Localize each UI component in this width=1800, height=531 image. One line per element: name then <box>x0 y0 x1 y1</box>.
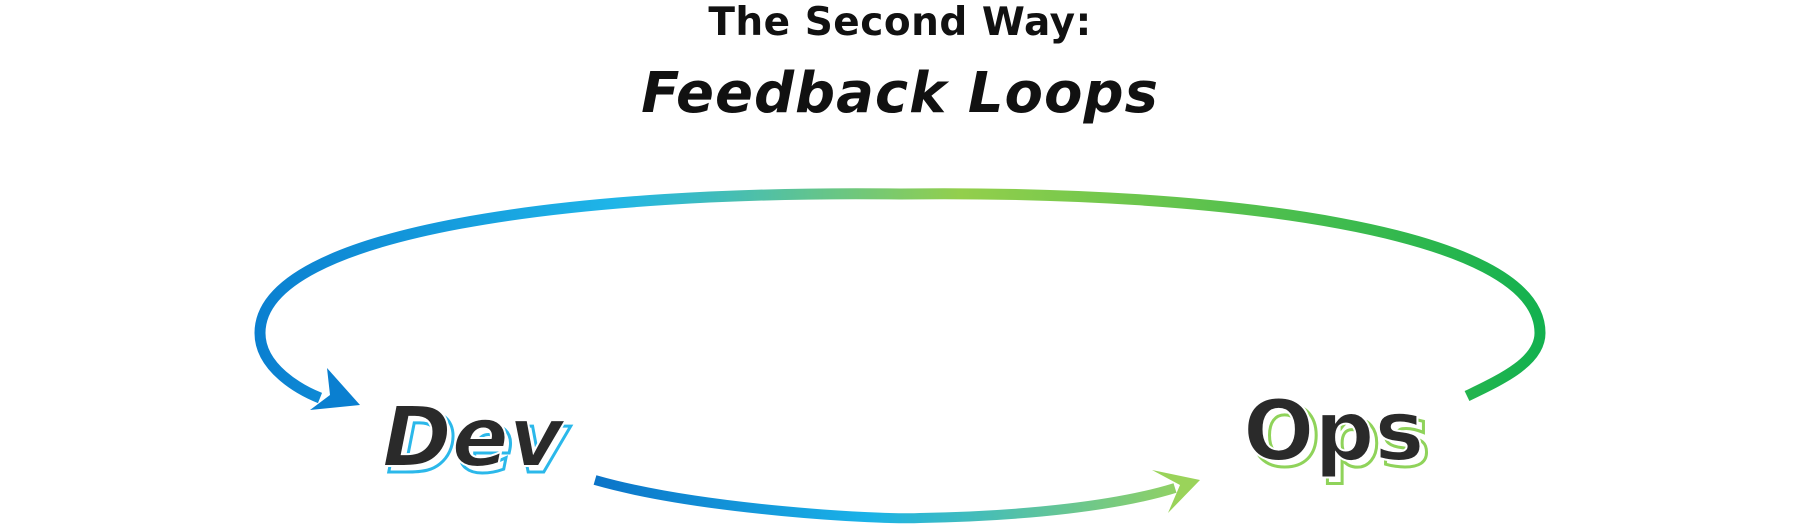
flow-arrow-shaft <box>593 475 1177 524</box>
ops-node: Ops Ops <box>1242 381 1432 488</box>
dev-node: Dev Dev <box>381 387 572 494</box>
dev-label: Dev <box>382 388 566 486</box>
feedback-loop-diagram: Dev Dev Ops Ops <box>254 188 1546 524</box>
ops-label: Ops <box>1243 382 1425 480</box>
feedback-loop-arrowhead <box>310 368 360 410</box>
feedback-loop-arrow-shaft <box>254 188 1546 404</box>
